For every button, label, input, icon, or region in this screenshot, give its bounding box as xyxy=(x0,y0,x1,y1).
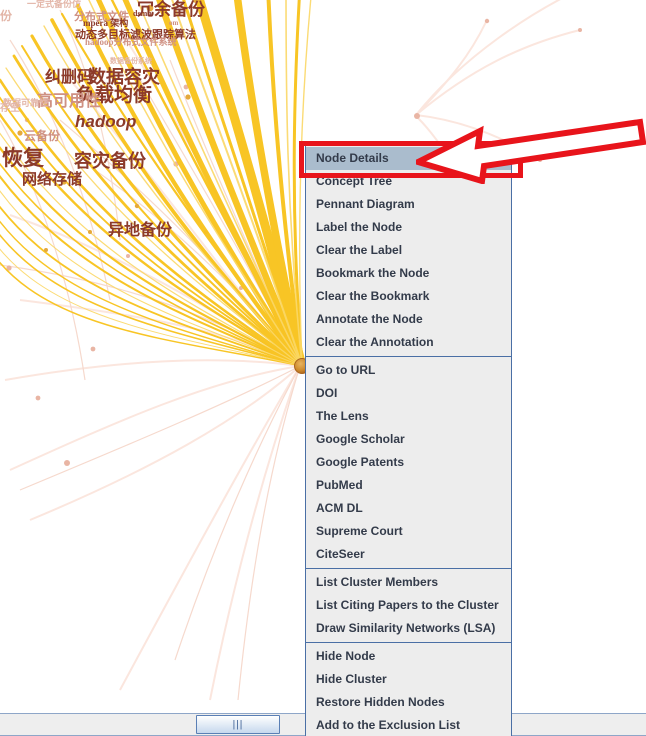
network-node-label: 异地备份 xyxy=(108,222,173,239)
node-context-menu[interactable]: Node Details Concept Tree Pennant Diagram L… xyxy=(305,144,512,736)
network-node-label: 数据容灾 xyxy=(88,67,160,87)
network-node-label: 恢复 xyxy=(2,146,44,170)
menu-item-add-to-the-exclusion-list[interactable]: Add to the Exclusion List xyxy=(306,714,511,736)
menu-item-go-to-url[interactable]: Go to URL xyxy=(306,359,511,382)
menu-item-google-patents[interactable]: Google Patents xyxy=(306,451,511,474)
menu-item-restore-hidden-nodes[interactable]: Restore Hidden Nodes xyxy=(306,691,511,714)
menu-item-list-citing-papers-to-the-cluster[interactable]: List Citing Papers to the Cluster xyxy=(306,594,511,617)
network-node-label: 云备份 xyxy=(24,129,61,143)
horizontal-scrollbar-thumb[interactable]: ||| xyxy=(196,715,280,734)
menu-item-supreme-court[interactable]: Supreme Court xyxy=(306,520,511,543)
menu-item-the-lens[interactable]: The Lens xyxy=(306,405,511,428)
menu-item-citeseer[interactable]: CiteSeer xyxy=(306,543,511,566)
menu-item-pubmed[interactable]: PubMed xyxy=(306,474,511,497)
network-node-label: hadoop xyxy=(75,112,137,131)
network-node-label: om xyxy=(169,19,179,27)
network-node-label: 存空 xyxy=(0,103,20,114)
network-node-label: dsmb xyxy=(133,9,152,18)
menu-item-clear-the-label[interactable]: Clear the Label xyxy=(306,239,511,262)
menu-item-hide-node[interactable]: Hide Node xyxy=(306,645,511,668)
menu-item-list-cluster-members[interactable]: List Cluster Members xyxy=(306,571,511,594)
network-node-label: 一定式备份仿 xyxy=(27,0,82,9)
network-node-label: 网络存储 xyxy=(22,172,83,188)
menu-item-draw-similarity-networks-lsa[interactable]: Draw Similarity Networks (LSA) xyxy=(306,617,511,640)
menu-item-clear-the-bookmark[interactable]: Clear the Bookmark xyxy=(306,285,511,308)
menu-item-node-details[interactable]: Node Details xyxy=(306,147,511,170)
menu-item-acm-dl[interactable]: ACM DL xyxy=(306,497,511,520)
network-node-label: mpera 架构 xyxy=(83,18,129,28)
menu-item-annotate-the-node[interactable]: Annotate the Node xyxy=(306,308,511,331)
network-node-label: 份 xyxy=(0,9,13,23)
menu-separator xyxy=(306,568,511,569)
menu-item-concept-tree[interactable]: Concept Tree xyxy=(306,170,511,193)
network-node-label: 纠删码 xyxy=(45,69,94,86)
menu-separator xyxy=(306,356,511,357)
menu-separator xyxy=(306,642,511,643)
menu-item-hide-cluster[interactable]: Hide Cluster xyxy=(306,668,511,691)
scrollbar-grip-icon: ||| xyxy=(232,719,244,730)
menu-item-clear-the-annotation[interactable]: Clear the Annotation xyxy=(306,331,511,354)
menu-item-google-scholar[interactable]: Google Scholar xyxy=(306,428,511,451)
menu-item-label-the-node[interactable]: Label the Node xyxy=(306,216,511,239)
menu-item-doi[interactable]: DOI xyxy=(306,382,511,405)
menu-item-bookmark-the-node[interactable]: Bookmark the Node xyxy=(306,262,511,285)
network-node-label: 数据备份系统 xyxy=(110,57,152,65)
network-node-label: hadoop分布式文件系统 xyxy=(85,37,177,47)
menu-item-pennant-diagram[interactable]: Pennant Diagram xyxy=(306,193,511,216)
network-node-label: 容灾备份 xyxy=(74,151,146,171)
app-window: 冗余备份 一定式备份仿份分布式文件 dsmb mpera 架构 om 动态多目标滤波跟踪算… xyxy=(0,0,646,736)
